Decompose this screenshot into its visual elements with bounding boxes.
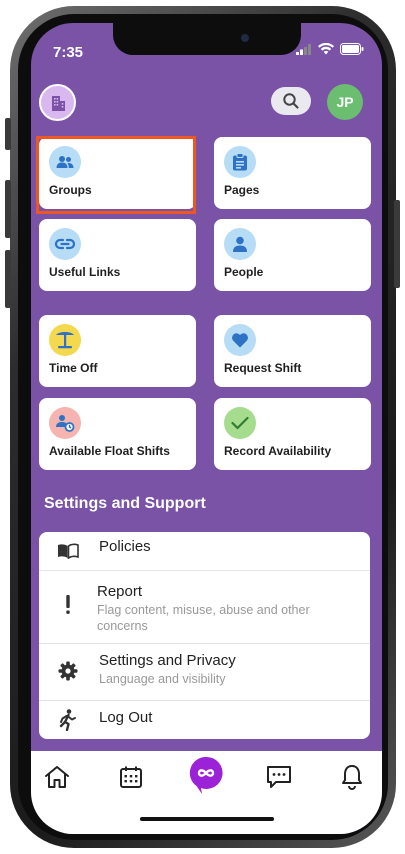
pages-icon (224, 146, 256, 178)
menu-item-settings-privacy[interactable]: Settings and Privacy Language and visibi… (39, 643, 370, 701)
nav-calendar[interactable] (115, 761, 147, 793)
tile-label: Record Availability (224, 444, 332, 458)
highlight-box (36, 136, 196, 214)
tile-label: Pages (224, 183, 260, 197)
float-shift-icon (49, 407, 81, 439)
menu-item-title: Report (97, 583, 143, 600)
exclamation-icon (57, 594, 79, 616)
nav-messages[interactable] (263, 761, 295, 793)
link-icon (49, 228, 81, 260)
app-screen: 7:35 JP Groups Pages Useful Links People… (31, 23, 382, 834)
menu-item-report[interactable]: Report Flag content, misuse, abuse and o… (39, 570, 370, 644)
heart-icon (224, 324, 256, 356)
tile-label: Available Float Shifts (49, 444, 170, 458)
menu-item-log-out[interactable]: Log Out (39, 700, 370, 739)
tile-available-float-shifts[interactable]: Available Float Shifts (39, 398, 196, 470)
section-title: Settings and Support (44, 495, 206, 512)
menu-item-subtitle: Language and visibility (99, 672, 226, 686)
chat-icon (267, 766, 291, 788)
power-button (394, 200, 400, 288)
book-icon (57, 540, 79, 562)
nav-home-feed[interactable] (186, 755, 226, 795)
check-icon (224, 407, 256, 439)
volume-up-button (5, 180, 11, 238)
tile-pages[interactable]: Pages (214, 137, 371, 209)
organization-logo[interactable] (39, 84, 76, 121)
search-icon (283, 93, 299, 109)
bell-icon (342, 765, 362, 790)
nav-notifications[interactable] (336, 761, 368, 793)
menu-item-subtitle: Flag content, misuse, abuse and other co… (97, 603, 310, 633)
status-time: 7:35 (53, 44, 84, 61)
tile-label: Useful Links (49, 265, 121, 279)
palm-tree-icon (49, 324, 81, 356)
home-indicator[interactable] (140, 817, 274, 821)
menu-item-title: Settings and Privacy (99, 652, 236, 669)
front-camera (241, 34, 249, 42)
calendar-icon (120, 766, 142, 788)
home-icon (45, 766, 69, 788)
tile-label: People (224, 265, 264, 279)
menu-item-title: Policies (99, 538, 151, 555)
avatar[interactable]: JP (327, 84, 363, 120)
tile-useful-links[interactable]: Useful Links (39, 219, 196, 291)
building-icon (51, 95, 65, 111)
battery-icon (340, 43, 364, 55)
logout-icon (57, 709, 79, 731)
settings-menu: Policies Report Flag content, misuse, ab… (39, 532, 370, 739)
gear-icon (57, 660, 79, 682)
notch (113, 23, 301, 55)
search-button[interactable] (271, 87, 311, 115)
tile-people[interactable]: People (214, 219, 371, 291)
status-icons (296, 43, 364, 55)
volume-down-button (5, 250, 11, 308)
menu-item-title: Log Out (99, 709, 153, 726)
tile-label: Time Off (49, 361, 98, 375)
tile-request-shift[interactable]: Request Shift (214, 315, 371, 387)
nav-home[interactable] (41, 761, 73, 793)
bottom-nav (31, 751, 382, 834)
mute-switch (5, 118, 11, 150)
wifi-icon (318, 43, 334, 55)
menu-item-policies[interactable]: Policies (39, 532, 370, 571)
infinity-icon (189, 756, 223, 794)
tile-time-off[interactable]: Time Off (39, 315, 196, 387)
tile-label: Request Shift (224, 361, 302, 375)
person-icon (224, 228, 256, 260)
signal-icon (296, 43, 311, 55)
tile-record-availability[interactable]: Record Availability (214, 398, 371, 470)
